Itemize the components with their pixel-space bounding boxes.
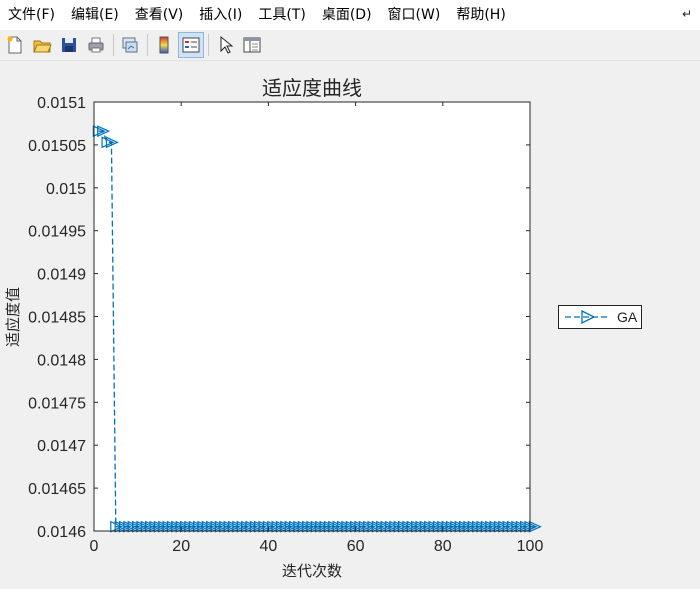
link-plot-icon[interactable]: [117, 32, 143, 58]
menu-view[interactable]: 查看(V): [127, 0, 192, 30]
y-tick-label: 0.0148: [37, 352, 86, 369]
menu-file[interactable]: 文件(F): [0, 0, 63, 30]
y-tick-label: 0.0146: [37, 524, 86, 541]
menu-tools[interactable]: 工具(T): [250, 0, 313, 30]
x-tick-label: 40: [260, 538, 278, 555]
x-tick-label: 20: [172, 538, 190, 555]
x-tick-label: 100: [517, 538, 544, 555]
x-axis-label: 迭代次数: [282, 562, 342, 580]
x-tick-label: 0: [90, 538, 99, 555]
y-tick-label: 0.015: [46, 181, 86, 198]
y-tick-label: 0.0151: [37, 95, 86, 112]
toolbar-separator: [147, 34, 148, 56]
chart-title: 适应度曲线: [262, 76, 362, 100]
menu-window[interactable]: 窗口(W): [380, 0, 449, 30]
menu-edit[interactable]: 编辑(E): [63, 0, 127, 30]
x-tick-label: 80: [434, 538, 452, 555]
y-axis-label: 适应度值: [4, 287, 22, 347]
y-tick-label: 0.01495: [28, 224, 86, 241]
y-tick-label: 0.0147: [37, 438, 86, 455]
legend-swatch: [565, 309, 609, 325]
dock-arrow-icon[interactable]: ↵: [682, 7, 692, 21]
save-icon[interactable]: [56, 32, 82, 58]
x-tick-label: 60: [347, 538, 365, 555]
toolbar-separator: [208, 34, 209, 56]
print-icon[interactable]: [83, 32, 109, 58]
y-tick-label: 0.01505: [28, 138, 86, 155]
y-tick-label: 0.0149: [37, 267, 86, 284]
property-editor-icon[interactable]: [239, 32, 265, 58]
new-figure-icon[interactable]: [2, 32, 28, 58]
pointer-icon[interactable]: [212, 32, 238, 58]
figure-toolbar: [0, 30, 700, 61]
open-file-icon[interactable]: [29, 32, 55, 58]
legend-icon[interactable]: [178, 32, 204, 58]
y-tick-label: 0.01465: [28, 481, 86, 498]
legend[interactable]: GA: [558, 305, 642, 329]
menu-help[interactable]: 帮助(H): [448, 0, 513, 30]
plot-area: [94, 102, 530, 531]
y-tick-label: 0.01485: [28, 310, 86, 327]
menu-desktop[interactable]: 桌面(D): [314, 0, 380, 30]
toolbar-separator: [113, 34, 114, 56]
colorbar-icon[interactable]: [151, 32, 177, 58]
legend-label-ga: GA: [617, 309, 638, 325]
menu-bar: 文件(F) 编辑(E) 查看(V) 插入(I) 工具(T) 桌面(D) 窗口(W…: [0, 0, 700, 30]
y-tick-label: 0.01475: [28, 395, 86, 412]
menu-insert[interactable]: 插入(I): [191, 0, 250, 30]
